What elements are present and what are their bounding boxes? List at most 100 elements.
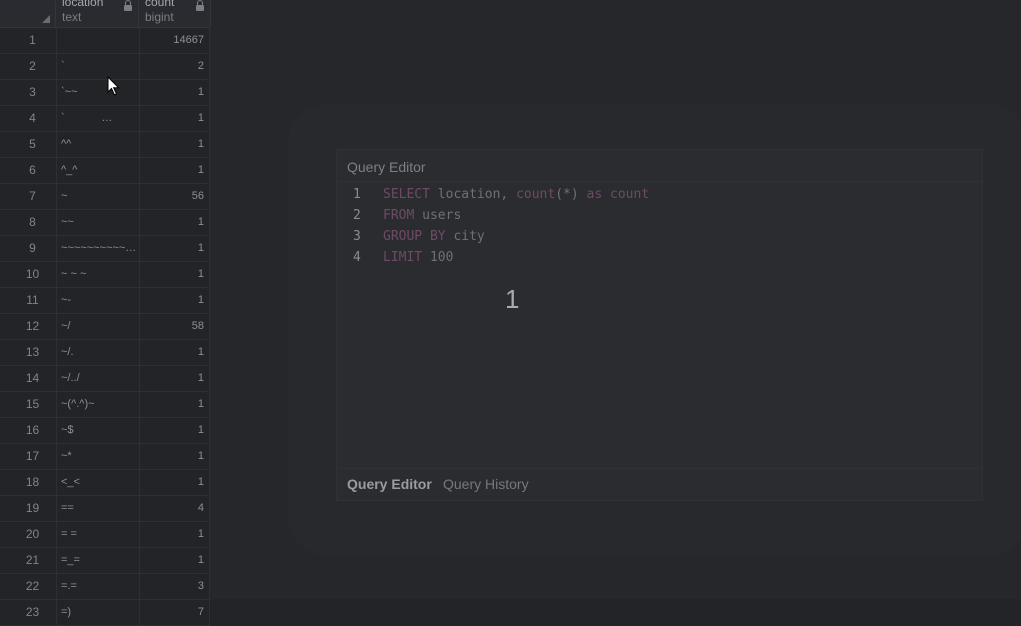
cell-location[interactable]: ~ xyxy=(56,184,138,209)
cell-location[interactable]: <_< xyxy=(56,470,138,495)
editor-title: Query Editor xyxy=(347,159,426,175)
lock-icon xyxy=(124,0,132,11)
row-number: 4 xyxy=(29,111,36,125)
column-header-location[interactable]: location text xyxy=(56,0,139,27)
select-all-corner[interactable] xyxy=(0,0,56,27)
row-number: 10 xyxy=(25,267,40,281)
code-text: FROM users xyxy=(383,208,461,223)
cell-location[interactable]: =_= xyxy=(56,548,138,573)
cell-count[interactable]: 3 xyxy=(139,574,210,599)
cell-location[interactable]: ~- xyxy=(56,288,138,313)
column-name: count xyxy=(145,0,175,9)
row-number: 15 xyxy=(25,397,40,411)
cell-count[interactable]: 14667 xyxy=(139,28,210,53)
sql-identifier xyxy=(602,187,610,202)
cell-location[interactable] xyxy=(56,28,138,53)
cell-location[interactable]: `~~ xyxy=(56,80,138,105)
cell-count[interactable]: 7 xyxy=(139,600,210,625)
cell-count[interactable]: 1 xyxy=(139,340,210,365)
grid-body: 1 14667 2 ` 2 3 `~~ 1 4 ` … 1 5 ^^ 1 6 ^_^ 1 7 ~56 8 ~~ 1 9 ~~~… xyxy=(0,28,210,626)
table-row[interactable]: 19 == 4 xyxy=(0,496,210,522)
cell-location[interactable]: ~* xyxy=(56,444,138,469)
table-row[interactable]: 6 ^_^ 1 xyxy=(0,158,210,184)
cell-count[interactable]: 1 xyxy=(139,236,210,261)
cell-location[interactable]: ` xyxy=(56,54,138,79)
table-row[interactable]: 17 ~* 1 xyxy=(0,444,210,470)
table-row[interactable]: 15 ~(^.^)~ 1 xyxy=(0,392,210,418)
cell-count[interactable]: 1 xyxy=(139,262,210,287)
cell-location[interactable]: =.= xyxy=(56,574,138,599)
table-row[interactable]: 23 =) 7 xyxy=(0,600,210,626)
row-number: 8 xyxy=(29,215,36,229)
cell-count[interactable]: 4 xyxy=(139,496,210,521)
cell-location[interactable]: == xyxy=(56,496,138,521)
cell-count[interactable]: 56 xyxy=(139,184,210,209)
table-row[interactable]: 22 =.= 3 xyxy=(0,574,210,600)
table-row[interactable]: 11 ~- 1 xyxy=(0,288,210,314)
cell-count[interactable]: 58 xyxy=(139,314,210,339)
table-row[interactable]: 7 ~56 xyxy=(0,184,210,210)
cell-location[interactable]: ~~ xyxy=(56,210,138,235)
cell-location[interactable]: ~~~~~~~~~~… xyxy=(56,236,138,261)
code-text: SELECT location, count(*) as count xyxy=(383,187,649,202)
cell-location[interactable]: ^^ xyxy=(56,132,138,157)
table-row[interactable]: 12 ~/58 xyxy=(0,314,210,340)
row-number: 21 xyxy=(25,553,40,567)
tab-query-editor[interactable]: Query Editor xyxy=(347,476,432,492)
column-name: location xyxy=(62,0,104,9)
cell-location[interactable]: ~/. xyxy=(56,340,138,365)
cell-location[interactable]: ~$ xyxy=(56,418,138,443)
cell-location[interactable]: ~/ xyxy=(56,314,138,339)
grid-header: location text count bigint xyxy=(0,0,211,28)
cell-count[interactable]: 1 xyxy=(139,548,210,573)
cell-count[interactable]: 1 xyxy=(139,522,210,547)
table-row[interactable]: 21 =_= 1 xyxy=(0,548,210,574)
sql-keyword: as xyxy=(586,187,603,202)
table-row[interactable]: 8 ~~ 1 xyxy=(0,210,210,236)
table-row[interactable]: 14 ~/../1 xyxy=(0,366,210,392)
table-row[interactable]: 18 <_< 1 xyxy=(0,470,210,496)
table-row[interactable]: 2 ` 2 xyxy=(0,54,210,80)
row-number: 19 xyxy=(25,501,40,515)
table-row[interactable]: 9 ~~~~~~~~~~… 1 xyxy=(0,236,210,262)
table-row[interactable]: 5 ^^ 1 xyxy=(0,132,210,158)
cell-count[interactable]: 1 xyxy=(139,158,210,183)
column-header-count[interactable]: count bigint xyxy=(139,0,211,27)
cell-count[interactable]: 2 xyxy=(139,54,210,79)
cell-location[interactable]: =) xyxy=(56,600,138,625)
tab-query-history[interactable]: Query History xyxy=(443,476,529,492)
table-row[interactable]: 4 ` … 1 xyxy=(0,106,210,132)
cell-count[interactable]: 1 xyxy=(139,470,210,495)
table-row[interactable]: 13 ~/. 1 xyxy=(0,340,210,366)
table-row[interactable]: 20 = = 1 xyxy=(0,522,210,548)
cell-count[interactable]: 1 xyxy=(139,392,210,417)
cell-count[interactable]: 1 xyxy=(139,132,210,157)
line-number: 1 xyxy=(353,187,361,202)
cell-location[interactable]: ~ ~ ~ xyxy=(56,262,138,287)
table-row[interactable]: 16 ~$ 1 xyxy=(0,418,210,444)
table-row[interactable]: 3 `~~ 1 xyxy=(0,80,210,106)
code-line: 1 SELECT location, count(*) as count xyxy=(337,187,982,208)
table-row[interactable]: 10 ~ ~ ~1 xyxy=(0,262,210,288)
cell-count[interactable]: 1 xyxy=(139,210,210,235)
cell-location[interactable]: ~/../ xyxy=(56,366,138,391)
cell-count[interactable]: 1 xyxy=(139,106,210,131)
cell-location[interactable]: = = xyxy=(56,522,138,547)
mouse-pointer-icon xyxy=(107,76,120,96)
column-type: text xyxy=(62,10,82,24)
sql-keyword: SELECT xyxy=(383,187,430,202)
divider xyxy=(337,181,982,182)
table-row[interactable]: 1 14667 xyxy=(0,28,210,54)
cell-count[interactable]: 1 xyxy=(139,444,210,469)
cell-location[interactable]: ^_^ xyxy=(56,158,138,183)
cell-count[interactable]: 1 xyxy=(139,366,210,391)
cell-count[interactable]: 1 xyxy=(139,418,210,443)
row-number: 16 xyxy=(25,423,40,437)
sql-keyword: GROUP BY xyxy=(383,229,446,244)
cell-count[interactable]: 1 xyxy=(139,288,210,313)
cell-location[interactable]: ` … xyxy=(56,106,138,131)
cell-count[interactable]: 1 xyxy=(139,80,210,105)
sql-identifier: users xyxy=(414,208,462,223)
cell-location[interactable]: ~(^.^)~ xyxy=(56,392,138,417)
sql-identifier: location, xyxy=(429,187,517,202)
